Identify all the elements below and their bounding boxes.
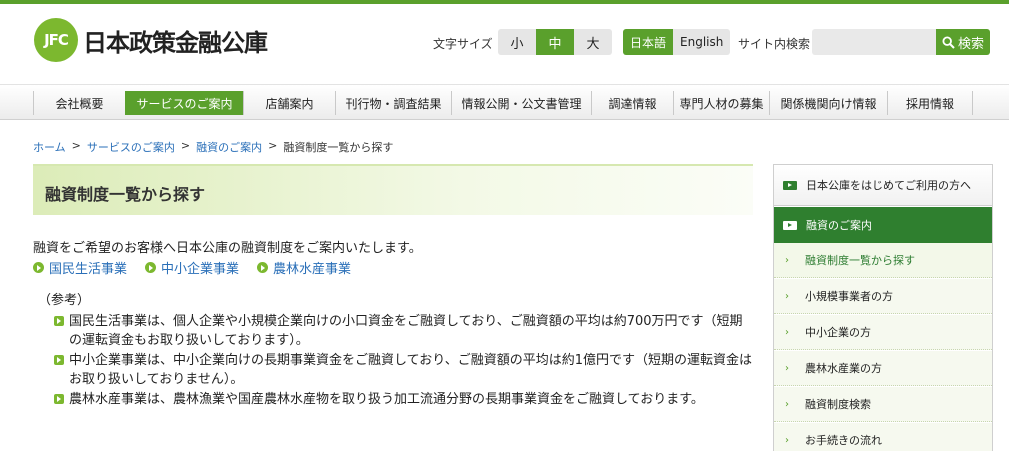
reference-label: （参考） <box>38 293 91 308</box>
breadcrumb-separator: > <box>180 139 191 152</box>
breadcrumb-services[interactable]: サービスのご案内 <box>87 139 175 155</box>
global-nav: 会社概要 サービスのご案内 店舗案内 刊行物・調査結果 情報公開・公文書管理 調… <box>0 84 1009 120</box>
top-accent-line <box>0 0 1009 4</box>
site-search-label: サイト内検索 <box>738 37 811 51</box>
arrow-tab-icon <box>783 220 797 230</box>
search-icon <box>942 35 955 49</box>
nav-item-services[interactable]: サービスのご案内 <box>125 91 243 115</box>
page-title: 融資制度一覧から探す <box>45 185 206 204</box>
site-logo[interactable]: JFC 日本政策金融公庫 <box>34 18 268 62</box>
chevron-right-icon: › <box>785 362 789 374</box>
chevron-right-icon: › <box>785 254 789 266</box>
font-size-label: 文字サイズ <box>433 37 493 51</box>
list-item: 国民生活事業は、個人企業や小規模企業向けの小口資金をご融資しており、ご融資額の平… <box>52 312 752 350</box>
site-search-input[interactable] <box>812 29 936 55</box>
chevron-right-icon: › <box>785 290 789 302</box>
search-button-label: 検索 <box>957 36 984 52</box>
sidebar-item-loan-search[interactable]: › 融資制度検索 <box>774 387 992 422</box>
sidebar-item-small-business[interactable]: › 小規模事業者の方 <box>774 279 992 314</box>
breadcrumb: ホーム > サービスのご案内 > 融資のご案内 > 融資制度一覧から探す <box>33 139 393 155</box>
font-size-medium-button[interactable]: 中 <box>536 29 574 55</box>
arrow-tab-icon <box>783 180 797 190</box>
nav-item-publications[interactable]: 刊行物・調査結果 <box>335 91 451 115</box>
jfc-logo-mark: JFC <box>34 18 78 62</box>
search-button[interactable]: 検索 <box>936 29 990 55</box>
font-size-switcher: 小 中 大 <box>498 29 612 55</box>
nav-item-disclosure[interactable]: 情報公開・公文書管理 <box>451 91 591 115</box>
breadcrumb-separator: > <box>71 139 81 152</box>
language-english-button[interactable]: English <box>673 29 731 55</box>
language-switcher: 日本語 English <box>623 29 731 55</box>
sidebar-item-agriculture[interactable]: › 農林水産業の方 <box>774 351 992 386</box>
nav-item-company[interactable]: 会社概要 <box>33 91 125 115</box>
sidebar-item-procedure[interactable]: › お手続きの流れ <box>774 423 992 451</box>
chevron-right-icon: › <box>785 326 789 338</box>
breadcrumb-loans[interactable]: 融資のご案内 <box>196 139 262 155</box>
breadcrumb-separator: > <box>268 139 278 152</box>
lead-text: 融資をご希望のお客様へ日本公庫の融資制度をご案内いたします。 <box>33 241 422 256</box>
nav-item-specialists[interactable]: 専門人材の募集 <box>673 91 769 115</box>
sidebar-nav: 日本公庫をはじめてご利用の方へ 融資のご案内 › 融資制度一覧から探す › 小規… <box>773 164 993 451</box>
breadcrumb-home[interactable]: ホーム <box>33 139 66 155</box>
chevron-right-icon: › <box>785 434 789 446</box>
list-item: 農林水産事業は、農林漁業や国産農林水産物を取り扱う加工流通分野の長期事業資金をご… <box>52 390 752 409</box>
nav-item-institutions[interactable]: 関係機関向け情報 <box>769 91 887 115</box>
sidebar-item-loans[interactable]: 融資のご案内 <box>774 207 992 243</box>
link-sme[interactable]: 中小企業事業 <box>145 258 239 277</box>
font-size-small-button[interactable]: 小 <box>498 29 536 55</box>
arrow-right-icon <box>54 355 64 365</box>
link-label: 国民生活事業 <box>49 262 128 277</box>
list-item: 中小企業事業は、中小企業向けの長期事業資金をご融資しており、ご融資額の平均は約1… <box>52 351 752 389</box>
chevron-right-icon: › <box>785 398 789 410</box>
circle-arrow-icon <box>33 262 44 273</box>
sidebar-item-sme[interactable]: › 中小企業の方 <box>774 315 992 350</box>
language-japanese-button[interactable]: 日本語 <box>623 29 674 55</box>
sidebar-item-loan-list[interactable]: › 融資制度一覧から探す <box>774 243 992 278</box>
nav-item-stores[interactable]: 店舗案内 <box>243 91 335 115</box>
circle-arrow-icon <box>257 262 269 273</box>
link-label: 中小企業事業 <box>161 262 240 277</box>
link-national-life[interactable]: 国民生活事業 <box>33 258 127 277</box>
reference-list: 国民生活事業は、個人企業や小規模企業向けの小口資金をご融資しており、ご融資額の平… <box>52 312 752 410</box>
breadcrumb-current: 融資制度一覧から探す <box>283 141 394 154</box>
sidebar-item-first-time[interactable]: 日本公庫をはじめてご利用の方へ <box>774 165 992 206</box>
business-links: 国民生活事業 中小企業事業 農林水産事業 <box>33 258 369 277</box>
link-label: 農林水産事業 <box>273 262 352 277</box>
nav-item-recruit[interactable]: 採用情報 <box>887 91 973 115</box>
site-name: 日本政策金融公庫 <box>83 28 268 57</box>
link-agriculture[interactable]: 農林水産事業 <box>257 258 351 277</box>
nav-item-procurement[interactable]: 調達情報 <box>591 91 673 115</box>
arrow-right-icon <box>54 316 64 326</box>
arrow-right-icon <box>54 394 64 404</box>
circle-arrow-icon <box>145 262 157 273</box>
page-title-box: 融資制度一覧から探す <box>33 164 753 215</box>
font-size-large-button[interactable]: 大 <box>574 29 612 55</box>
